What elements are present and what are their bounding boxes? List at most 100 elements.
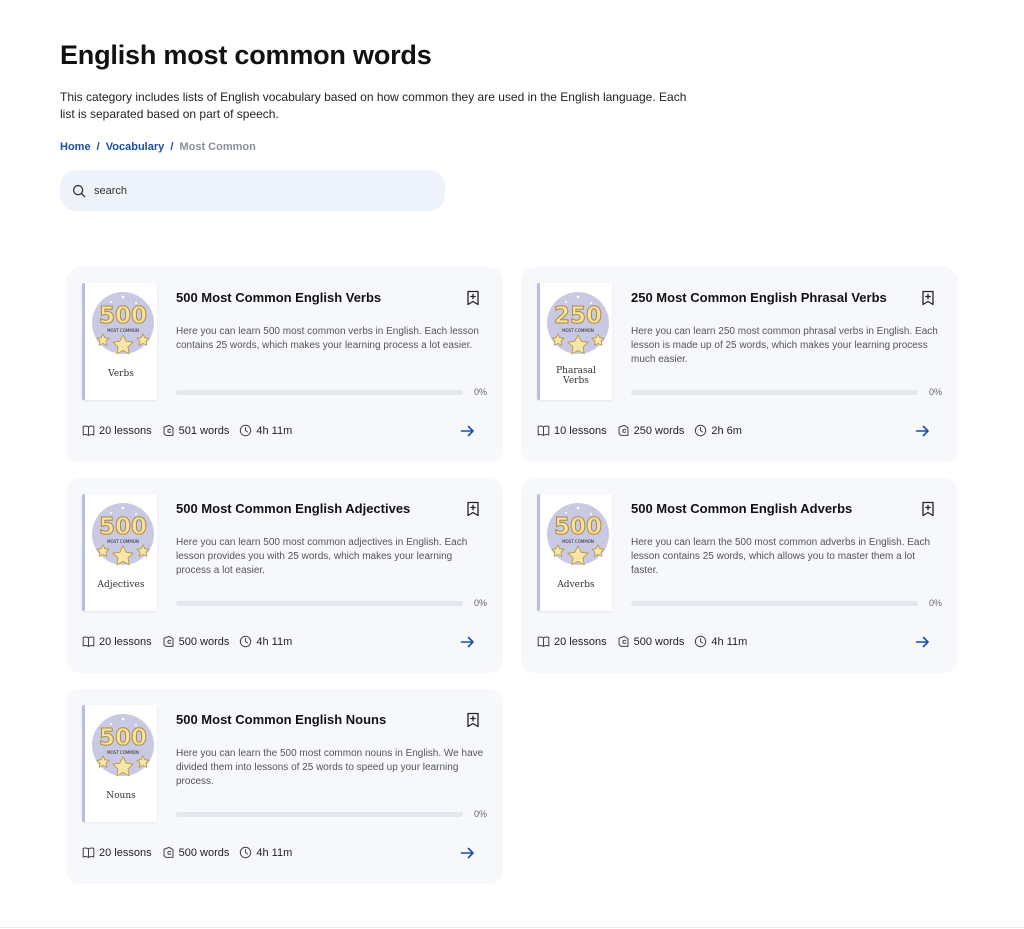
- course-description: Here you can learn 500 most common adjec…: [176, 537, 468, 576]
- course-cover: 500 MOST COMMON Nouns: [82, 705, 157, 822]
- bookmark-add-icon[interactable]: [465, 712, 481, 728]
- lessons-count: 20 lessons: [99, 424, 152, 437]
- words-icon: [163, 846, 174, 858]
- book-open-icon: [537, 636, 550, 648]
- breadcrumb-separator: /: [96, 141, 100, 153]
- search-bar[interactable]: [60, 170, 445, 211]
- bookmark-add-icon[interactable]: [465, 501, 481, 517]
- clock-icon: [240, 846, 252, 859]
- course-stats: 20 lessons 501 words 4h 11m: [82, 424, 302, 437]
- progress-percent: 0%: [473, 387, 487, 397]
- course-cover: 500 MOST COMMON Verbs: [82, 283, 157, 400]
- words-stat: 500 words: [162, 846, 230, 859]
- bookmark-add-icon[interactable]: [920, 501, 936, 517]
- course-cover: 500 MOST COMMON Adverbs: [537, 494, 612, 611]
- course-stats: 20 lessons 500 words 4h 11m: [537, 635, 757, 648]
- words-stat: 500 words: [162, 635, 230, 648]
- progress-bar: [631, 390, 918, 395]
- lessons-count: 10 lessons: [554, 424, 607, 437]
- course-cover: 250 MOST COMMON Pharasal Verbs: [537, 283, 612, 400]
- duration-stat: 4h 11m: [239, 635, 292, 648]
- course-title[interactable]: 500 Most Common English Adverbs: [631, 501, 852, 516]
- course-cover-art: 500 MOST COMMON: [547, 503, 609, 566]
- arrow-right-icon[interactable]: [460, 846, 475, 860]
- course-cover-art: 500 MOST COMMON: [92, 503, 154, 566]
- course-title[interactable]: 250 Most Common English Phrasal Verbs: [631, 290, 887, 305]
- lessons-count: 20 lessons: [99, 846, 152, 859]
- lessons-stat: 20 lessons: [82, 424, 152, 437]
- clock-icon: [695, 635, 707, 648]
- course-description: Here you can learn the 500 most common a…: [631, 537, 931, 576]
- duration-stat: 2h 6m: [694, 424, 742, 437]
- words-icon: [163, 635, 174, 647]
- svg-text:MOST COMMON: MOST COMMON: [107, 328, 139, 333]
- course-card[interactable]: 500 MOST COMMON Adverbs 500 Most Common …: [521, 478, 958, 673]
- bookmark-add-icon[interactable]: [920, 290, 936, 306]
- svg-text:250: 250: [554, 303, 602, 329]
- duration: 4h 11m: [256, 635, 293, 648]
- breadcrumb-home[interactable]: Home: [60, 141, 91, 153]
- breadcrumb-vocabulary[interactable]: Vocabulary: [106, 141, 165, 153]
- duration: 4h 11m: [711, 635, 748, 648]
- progress-bar: [176, 390, 463, 395]
- svg-text:MOST COMMON: MOST COMMON: [562, 328, 594, 333]
- course-description: Here you can learn 250 most common phras…: [631, 326, 938, 365]
- svg-text:500: 500: [99, 303, 147, 329]
- lessons-stat: 20 lessons: [82, 846, 152, 859]
- words-count: 500 words: [178, 635, 230, 648]
- course-cover-art: 500 MOST COMMON: [92, 714, 154, 777]
- clock-icon: [240, 635, 252, 648]
- course-title[interactable]: 500 Most Common English Adjectives: [176, 501, 410, 516]
- progress-bar: [176, 812, 463, 817]
- arrow-right-icon[interactable]: [460, 635, 475, 649]
- lessons-stat: 20 lessons: [82, 635, 152, 648]
- clock-icon: [695, 424, 707, 437]
- breadcrumb: Home / Vocabulary / Most Common: [60, 141, 700, 153]
- course-cover-label: Verbs: [108, 369, 134, 379]
- progress-bar: [631, 601, 918, 606]
- words-icon: [618, 424, 629, 436]
- svg-text:500: 500: [99, 514, 147, 540]
- page-description: This category includes lists of English …: [60, 90, 687, 121]
- words-count: 500 words: [178, 846, 230, 859]
- book-open-icon: [82, 636, 95, 648]
- arrow-right-icon[interactable]: [915, 635, 930, 649]
- clock-icon: [240, 424, 252, 437]
- book-open-icon: [82, 425, 95, 437]
- book-open-icon: [537, 425, 550, 437]
- course-description: Here you can learn the 500 most common n…: [176, 748, 484, 787]
- course-card[interactable]: 500 MOST COMMON Adjectives 500 Most Comm…: [66, 478, 503, 673]
- course-cover-art: 500 MOST COMMON: [92, 292, 154, 355]
- search-input[interactable]: [94, 184, 394, 197]
- course-title[interactable]: 500 Most Common English Nouns: [176, 712, 386, 727]
- course-cover-label: Pharasal Verbs: [556, 366, 596, 386]
- breadcrumb-separator: /: [170, 141, 174, 153]
- duration-stat: 4h 11m: [694, 635, 747, 648]
- course-cover: 500 MOST COMMON Adjectives: [82, 494, 157, 611]
- bookmark-add-icon[interactable]: [465, 290, 481, 306]
- lessons-count: 20 lessons: [554, 635, 607, 648]
- course-stats: 20 lessons 500 words 4h 11m: [82, 635, 302, 648]
- course-card[interactable]: 250 MOST COMMON Pharasal Verbs 250 Most …: [521, 267, 958, 462]
- course-card[interactable]: 500 MOST COMMON Verbs 500 Most Common En…: [66, 267, 503, 462]
- words-stat: 500 words: [617, 635, 684, 648]
- words-stat: 501 words: [162, 424, 229, 437]
- course-cover-art: 250 MOST COMMON: [547, 292, 609, 355]
- course-stats: 20 lessons 500 words 4h 11m: [82, 846, 302, 859]
- progress-bar: [176, 601, 463, 606]
- svg-text:MOST COMMON: MOST COMMON: [107, 750, 139, 755]
- svg-text:500: 500: [554, 514, 602, 540]
- page-header: English most common words This category …: [60, 38, 700, 153]
- course-title[interactable]: 500 Most Common English Verbs: [176, 290, 381, 305]
- progress-percent: 0%: [928, 598, 942, 608]
- arrow-right-icon[interactable]: [915, 424, 930, 438]
- breadcrumb-current: Most Common: [179, 141, 256, 153]
- course-cover-label: Adjectives: [97, 580, 145, 590]
- arrow-right-icon[interactable]: [460, 424, 475, 438]
- words-icon: [618, 635, 629, 647]
- course-cover-label: Nouns: [106, 791, 136, 801]
- footer-divider: [0, 927, 1024, 928]
- duration-stat: 4h 11m: [239, 846, 292, 859]
- course-card[interactable]: 500 MOST COMMON Nouns 500 Most Common En…: [66, 689, 503, 884]
- duration-stat: 4h 11m: [239, 424, 292, 437]
